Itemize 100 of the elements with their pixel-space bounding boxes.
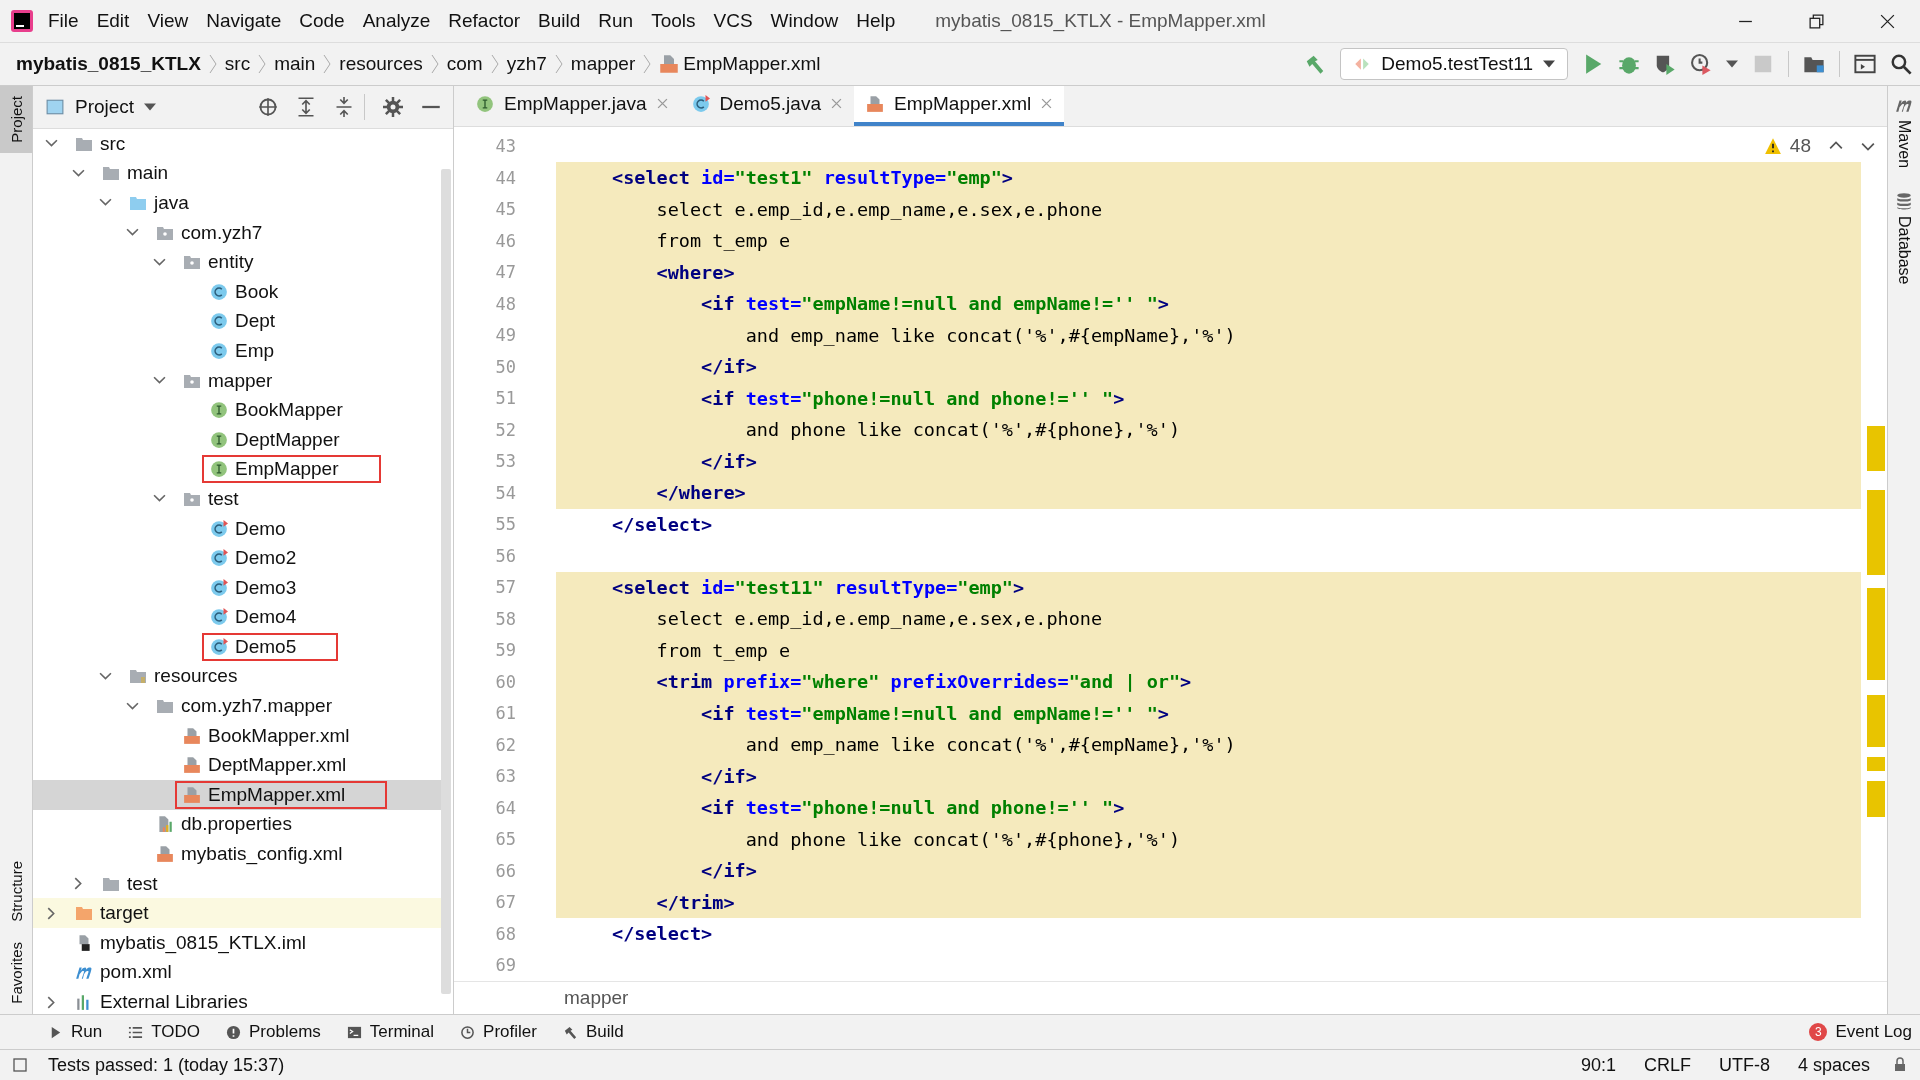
menu-item[interactable]: Code <box>299 10 345 32</box>
breadcrumb[interactable]: EmpMapper.xml <box>683 53 821 75</box>
tree-item[interactable]: EmpMapper <box>33 454 441 485</box>
editor-tab[interactable]: EmpMapper.xml <box>853 86 1065 126</box>
warning-icon[interactable] <box>1763 136 1782 155</box>
tool-window-button[interactable]: TODO <box>120 1019 208 1045</box>
tree-item[interactable]: java <box>33 188 441 218</box>
tree-item[interactable]: src <box>33 129 441 159</box>
menu-item[interactable]: File <box>48 10 79 32</box>
menu-item[interactable]: Help <box>856 10 896 32</box>
tree-item[interactable]: target <box>33 898 441 929</box>
tree-item[interactable]: DeptMapper.xml <box>33 750 441 781</box>
caret-icon[interactable] <box>1726 60 1738 68</box>
scrollbar-thumb[interactable] <box>441 169 451 994</box>
tree-item[interactable]: main <box>33 158 441 189</box>
breadcrumb[interactable]: com <box>446 53 483 75</box>
restore-icon[interactable] <box>1808 12 1825 30</box>
close-icon[interactable] <box>1879 12 1896 30</box>
tool-window-tab[interactable]: Project <box>0 86 32 153</box>
tool-window-tab[interactable]: Database <box>1895 192 1913 285</box>
tree-item[interactable]: mapper <box>33 365 441 396</box>
tree-item[interactable]: BookMapper <box>33 395 441 425</box>
editor-tab[interactable]: EmpMapper.java <box>464 86 680 126</box>
file-encoding[interactable]: UTF-8 <box>1718 1054 1770 1076</box>
status-message[interactable]: Tests passed: 1 (today 15:37) <box>48 1054 285 1076</box>
tool-window-button[interactable]: Build <box>554 1019 632 1045</box>
tree-item[interactable]: External Libraries <box>33 987 441 1014</box>
tree-item[interactable]: db.properties <box>33 809 441 840</box>
breadcrumb[interactable]: mapper <box>570 53 636 75</box>
indent-setting[interactable]: 4 spaces <box>1797 1054 1870 1076</box>
cursor-position[interactable]: 90:1 <box>1580 1054 1616 1076</box>
tree-item[interactable]: pom.xml <box>33 957 441 988</box>
editor-breadcrumb[interactable]: mapper <box>564 987 629 1009</box>
settings-icon[interactable] <box>383 97 403 117</box>
menu-item[interactable]: Run <box>598 10 634 32</box>
breadcrumb[interactable]: yzh7 <box>506 53 547 75</box>
tree-item[interactable]: com.yzh7 <box>33 217 441 248</box>
tree-item[interactable]: mybatis_config.xml <box>33 839 441 869</box>
menu-item[interactable]: Navigate <box>206 10 282 32</box>
close-tab-icon[interactable] <box>1041 98 1053 110</box>
menu-item[interactable]: Build <box>538 10 581 32</box>
tree-item[interactable]: Book <box>33 276 441 307</box>
tree-item[interactable]: Demo4 <box>33 602 441 633</box>
line-number: 65 <box>494 828 516 852</box>
tree-item[interactable]: test <box>33 868 441 899</box>
tree-item[interactable]: Demo5 <box>33 632 441 662</box>
tool-window-tab[interactable]: Maven <box>1895 96 1913 169</box>
chevron-down-icon[interactable] <box>98 670 112 683</box>
tree-item[interactable]: mybatis_0815_KTLX.iml <box>33 928 441 958</box>
tree-item[interactable]: Demo2 <box>33 543 441 573</box>
line-separator[interactable]: CRLF <box>1643 1054 1691 1076</box>
breadcrumb[interactable]: mybatis_0815_KTLX <box>16 53 201 75</box>
line-number: 69 <box>494 954 516 978</box>
tree-item[interactable]: test <box>33 484 441 514</box>
event-log-button[interactable]: 3 Event Log <box>1801 1019 1920 1045</box>
tool-window-button[interactable]: Run <box>40 1019 111 1045</box>
crosshair-icon[interactable] <box>258 97 278 117</box>
tool-window-tab[interactable]: Structure <box>0 851 32 933</box>
shield-run-icon[interactable] <box>1654 53 1676 75</box>
collapse-all-icon[interactable] <box>334 97 354 117</box>
code-text: </where> <box>655 482 746 504</box>
tree-item[interactable]: resources <box>33 661 441 692</box>
tree-item[interactable]: entity <box>33 247 441 277</box>
file-icon <box>865 94 884 113</box>
breadcrumb[interactable]: main <box>274 53 316 75</box>
tree-item[interactable]: DeptMapper <box>33 424 441 455</box>
caret-icon[interactable] <box>144 103 157 111</box>
panel-toggle-icon[interactable] <box>12 1057 28 1073</box>
menu-item[interactable]: View <box>147 10 189 32</box>
file-icon <box>183 726 201 745</box>
menu-item[interactable]: Edit <box>96 10 130 32</box>
code-text: <select id="test1" resultType="emp"> <box>612 167 1013 189</box>
menu-item[interactable]: Window <box>770 10 839 32</box>
tree-item[interactable]: BookMapper.xml <box>33 720 441 751</box>
panel-title[interactable]: Project <box>75 96 135 118</box>
tree-item[interactable]: Dept <box>33 306 441 337</box>
menu-item[interactable]: Refactor <box>448 10 521 32</box>
tool-window-button[interactable]: Profiler <box>452 1019 545 1045</box>
editor-tab[interactable]: Demo5.java <box>679 86 854 126</box>
warning-count[interactable]: 48 <box>1789 134 1811 157</box>
tree-item[interactable]: Demo3 <box>33 572 441 603</box>
menu-item[interactable]: VCS <box>713 10 753 32</box>
tree-item[interactable]: Demo <box>33 513 441 544</box>
profiler-icon[interactable] <box>1690 53 1712 75</box>
tool-window-button[interactable]: Terminal <box>338 1019 443 1045</box>
run-config-dropdown[interactable]: Demo5.testTest11 <box>1340 48 1568 80</box>
tree-item[interactable]: EmpMapper.xml <box>33 780 441 810</box>
tool-window-tab[interactable]: Favorites <box>0 932 32 1014</box>
breadcrumb[interactable]: resources <box>339 53 423 75</box>
menu-item[interactable]: Analyze <box>362 10 431 32</box>
tree-item[interactable]: Emp <box>33 336 441 366</box>
breadcrumb[interactable]: src <box>224 53 251 75</box>
tool-window-button[interactable]: Problems <box>218 1019 329 1045</box>
search-icon[interactable] <box>1890 53 1912 75</box>
lock-icon[interactable] <box>1892 1057 1908 1073</box>
tree-item[interactable]: com.yzh7.mapper <box>33 691 441 721</box>
expand-all-icon[interactable] <box>296 97 316 117</box>
menu-item[interactable]: Tools <box>651 10 696 32</box>
code-text: and phone like concat('%',#{phone},'%') <box>744 828 1181 850</box>
window-preview-icon[interactable] <box>1854 53 1876 75</box>
